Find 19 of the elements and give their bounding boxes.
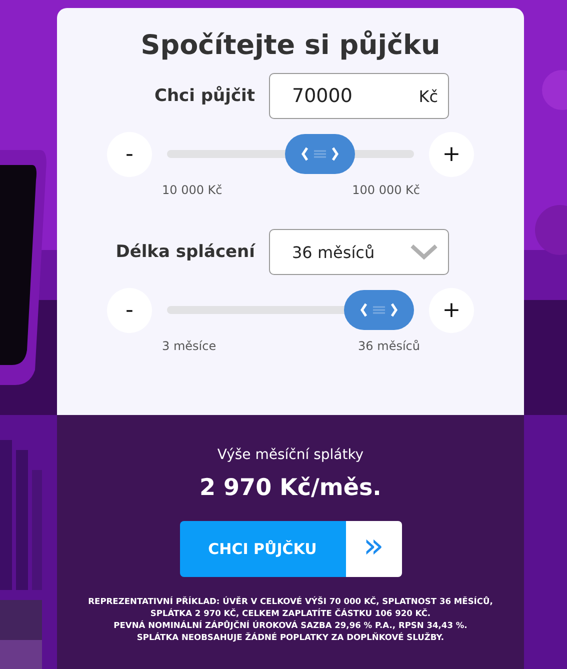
- slider-handle[interactable]: [285, 134, 356, 174]
- slider-handle[interactable]: [344, 290, 414, 330]
- plus-button[interactable]: +: [429, 132, 474, 176]
- result-label: Výše měsíční splátky: [217, 447, 364, 463]
- range-min-label: 10 000 Kč: [162, 183, 222, 197]
- field-label: Délka splácení: [116, 242, 255, 262]
- calculator-title: Spočítejte si půjčku: [140, 30, 442, 61]
- monthly-payment: 2 970 Kč/měs.: [200, 475, 382, 501]
- plus-button[interactable]: +: [429, 288, 474, 332]
- minus-button[interactable]: -: [107, 132, 152, 176]
- range-max-label: 36 měsíců: [358, 339, 420, 353]
- minus-button[interactable]: -: [107, 288, 152, 332]
- range-min-label: 3 měsíce: [162, 339, 216, 353]
- chevron-down-icon: [410, 244, 438, 260]
- term-dropdown[interactable]: 36 měsíců: [269, 229, 449, 275]
- range-max-label: 100 000 Kč: [352, 183, 420, 197]
- disclaimer-text: REPREZENTATIVNÍ PŘÍKLAD: ÚVĚR V CELKOVÉ VÝŠI 70 000 KČ, SPLATNOST 36 MĚSÍCŮ, SPLÁTKA 2 970 KČ, CELKEM ZAPLATÍTE ČÁSTKU 106 920 KČ. PEVNÁ NOMINÁLNÍ ZÁPŮJČNÍ ÚROKOVÁ SAZBA 29,96 % P.A., RPSN 34,43 %. SPLÁTKA NEOBSAHUJE ŽÁDNÉ POPLATKY ZA DOPLŇKOVÉ SLUŽBY.: [88, 595, 493, 644]
- amount-input[interactable]: 70000 Kč: [269, 73, 449, 119]
- field-label: Chci půjčit: [154, 86, 255, 106]
